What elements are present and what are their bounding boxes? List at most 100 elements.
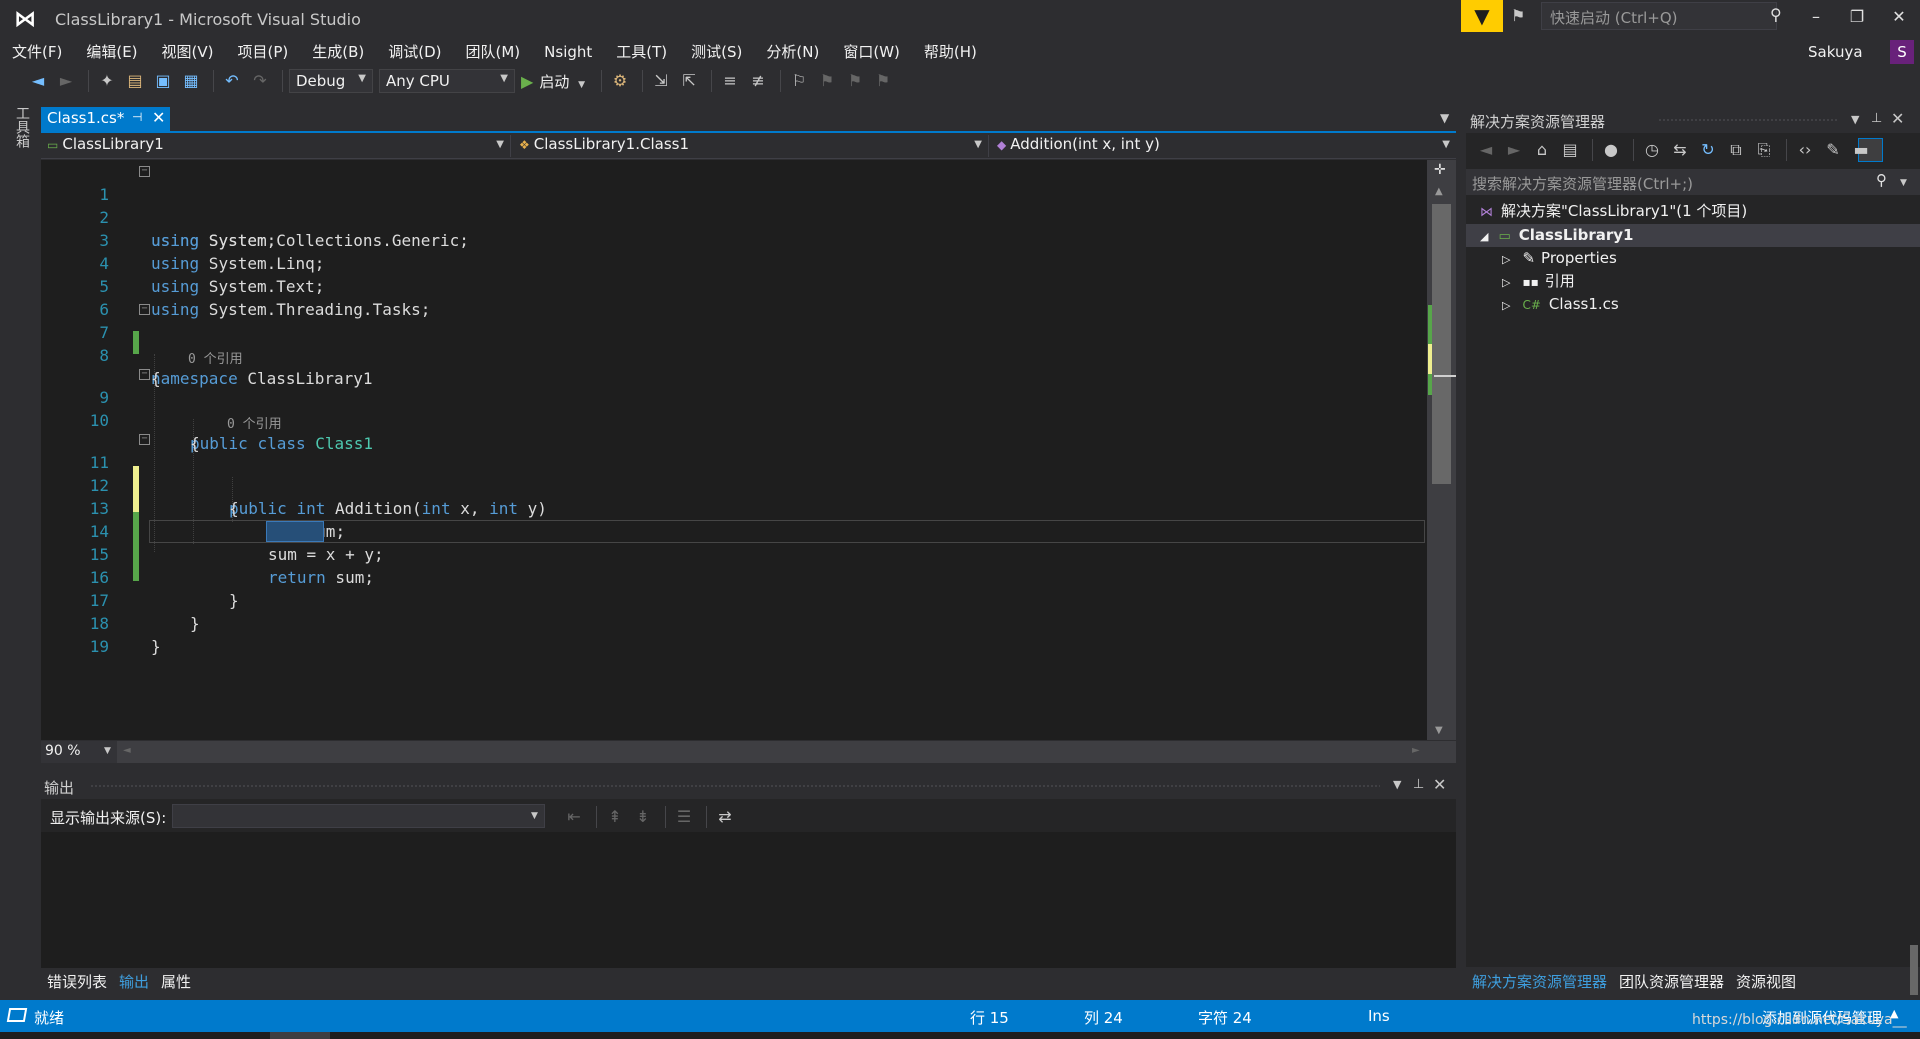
menu-file[interactable]: 文件(F)	[0, 40, 74, 64]
editor-horizontal-scrollbar[interactable]	[41, 741, 1456, 763]
menu-nsight[interactable]: Nsight	[532, 40, 604, 64]
word-wrap-icon[interactable]: ⇄	[713, 805, 737, 829]
scroll-right-icon[interactable]: ►	[1412, 745, 1420, 756]
drag-grip[interactable]	[1658, 118, 1838, 122]
forward-icon[interactable]: ►	[1502, 138, 1526, 162]
menu-build[interactable]: 生成(B)	[300, 40, 376, 64]
collapse-icon[interactable]: −	[139, 369, 150, 380]
search-icon[interactable]: ⚲	[1770, 5, 1782, 24]
view-code-icon[interactable]: ‹›	[1793, 138, 1817, 162]
start-debugging-button[interactable]: ▶ 启动 ▼	[521, 71, 585, 92]
menu-project[interactable]: 项目(P)	[226, 40, 301, 64]
close-icon[interactable]: ✕	[1433, 775, 1446, 794]
preview-selected-icon[interactable]: ▬	[1849, 138, 1873, 162]
find-message-icon[interactable]: ⇤	[562, 805, 586, 829]
navigate-forward-icon[interactable]: ►	[54, 69, 78, 93]
home-icon[interactable]: ⌂	[1530, 138, 1554, 162]
toolbox-tab[interactable]: 工具箱	[10, 106, 32, 148]
output-text-area[interactable]	[41, 832, 1456, 968]
save-all-icon[interactable]: ▦	[179, 69, 203, 93]
uncomment-icon[interactable]: ≢	[746, 69, 770, 93]
feedback-icon[interactable]: ⚑	[1511, 6, 1531, 26]
tab-output[interactable]: 输出	[113, 970, 156, 994]
tree-item-solution[interactable]: ⋈ 解决方案"ClassLibrary1"(1 个项目)	[1480, 200, 1747, 222]
scroll-down-icon[interactable]: ▼	[1435, 725, 1443, 736]
tree-item-class1-cs[interactable]: ▷ C# Class1.cs	[1502, 293, 1619, 315]
class-dropdown[interactable]: ❖ ClassLibrary1.Class1 ▼	[515, 135, 989, 157]
tree-item-properties[interactable]: ▷ ✎ Properties	[1502, 247, 1617, 269]
user-name[interactable]: Sakuya	[1808, 43, 1863, 61]
bookmark-icon[interactable]: ⚐	[787, 69, 811, 93]
clear-bookmarks-icon[interactable]: ⚑	[871, 69, 895, 93]
clear-all-icon[interactable]: ☰	[672, 805, 696, 829]
menu-analyze[interactable]: 分析(N)	[754, 40, 831, 64]
previous-message-icon[interactable]: ⇞	[603, 805, 627, 829]
next-message-icon[interactable]: ⇟	[631, 805, 655, 829]
output-source-select[interactable]	[172, 804, 545, 828]
menu-help[interactable]: 帮助(H)	[912, 40, 989, 64]
new-project-icon[interactable]: ✦	[95, 69, 119, 93]
member-dropdown[interactable]: ◆ Addition(int x, int y) ▼	[993, 135, 1456, 157]
menu-edit[interactable]: 编辑(E)	[74, 40, 149, 64]
tab-team-explorer[interactable]: 团队资源管理器	[1613, 970, 1730, 994]
minimize-button[interactable]: –	[1799, 4, 1833, 30]
pin-icon[interactable]: ⊣	[132, 110, 142, 124]
tab-properties[interactable]: 属性	[155, 970, 197, 994]
configuration-select[interactable]: Debug ▼	[289, 69, 373, 93]
menu-debug[interactable]: 调试(D)	[376, 40, 453, 64]
switch-views-icon[interactable]: ▤	[1558, 138, 1582, 162]
collapse-icon[interactable]: −	[139, 434, 150, 445]
redo-icon[interactable]: ↷	[248, 69, 272, 93]
tab-overflow-icon[interactable]: ▼	[1440, 111, 1449, 125]
pin-icon[interactable]: ⊥	[1413, 777, 1424, 792]
close-window-button[interactable]: ✕	[1882, 4, 1916, 30]
quick-launch-input[interactable]: 快速启动 (Ctrl+Q)	[1541, 2, 1777, 30]
navigate-back-icon[interactable]: ◄	[26, 69, 50, 93]
wrench-icon[interactable]: ✎	[1821, 138, 1845, 162]
restore-button[interactable]: ❐	[1840, 4, 1874, 30]
drag-grip[interactable]	[90, 784, 1380, 788]
tab-resource-view[interactable]: 资源视图	[1730, 970, 1802, 994]
close-icon[interactable]: ✕	[152, 108, 165, 127]
tab-class1-cs[interactable]: Class1.cs*	[41, 107, 170, 131]
menu-view[interactable]: 视图(V)	[150, 40, 226, 64]
pending-changes-filter-icon[interactable]: ◷	[1640, 138, 1664, 162]
menu-tools[interactable]: 工具(T)	[604, 40, 679, 64]
back-icon[interactable]: ◄	[1474, 138, 1498, 162]
step-into-icon[interactable]: ⇲	[649, 69, 673, 93]
avatar[interactable]: S	[1890, 40, 1914, 64]
scroll-left-icon[interactable]: ◄	[123, 745, 131, 756]
menu-window[interactable]: 窗口(W)	[831, 40, 912, 64]
notification-filter-icon[interactable]: ▼	[1461, 0, 1503, 32]
tab-solution-explorer[interactable]: 解决方案资源管理器	[1466, 970, 1614, 994]
globe-icon[interactable]: ●	[1599, 138, 1623, 162]
collapse-icon[interactable]: −	[139, 304, 150, 315]
code-editor[interactable]: 1 − using System; 2 using System.Collect…	[41, 160, 1427, 740]
show-all-files-icon[interactable]: ⎘	[1752, 138, 1776, 162]
comment-icon[interactable]: ≡	[718, 69, 742, 93]
collapse-icon[interactable]: −	[139, 166, 150, 177]
scroll-up-icon[interactable]: ▲	[1435, 186, 1443, 197]
next-bookmark-icon[interactable]: ⚑	[843, 69, 867, 93]
pin-icon[interactable]: ⊥	[1871, 111, 1882, 126]
search-icon[interactable]: ⚲	[1876, 171, 1887, 189]
undo-icon[interactable]: ↶	[220, 69, 244, 93]
browser-link-icon[interactable]: ⚙	[608, 69, 632, 93]
collapse-all-icon[interactable]: ⧉	[1724, 138, 1748, 162]
window-position-icon[interactable]: ▼	[1393, 778, 1401, 791]
window-position-icon[interactable]: ▼	[1851, 113, 1859, 126]
tab-error-list[interactable]: 错误列表	[41, 970, 113, 994]
platform-select[interactable]: Any CPU ▼	[379, 69, 515, 93]
save-icon[interactable]: ▣	[151, 69, 175, 93]
scrollbar-thumb[interactable]	[1432, 204, 1451, 484]
sync-icon[interactable]: ⇆	[1668, 138, 1692, 162]
project-dropdown[interactable]: ▭ ClassLibrary1 ▼	[43, 135, 511, 157]
open-file-icon[interactable]: ▤	[123, 69, 147, 93]
chevron-down-icon[interactable]: ▼	[1900, 178, 1907, 188]
split-window-icon[interactable]: ✛	[1434, 162, 1446, 178]
refresh-icon[interactable]: ↻	[1696, 138, 1720, 162]
menu-test[interactable]: 测试(S)	[679, 40, 754, 64]
previous-bookmark-icon[interactable]: ⚑	[815, 69, 839, 93]
tree-item-references[interactable]: ▷ ▪▪ 引用	[1502, 270, 1575, 292]
step-over-icon[interactable]: ⇱	[677, 69, 701, 93]
